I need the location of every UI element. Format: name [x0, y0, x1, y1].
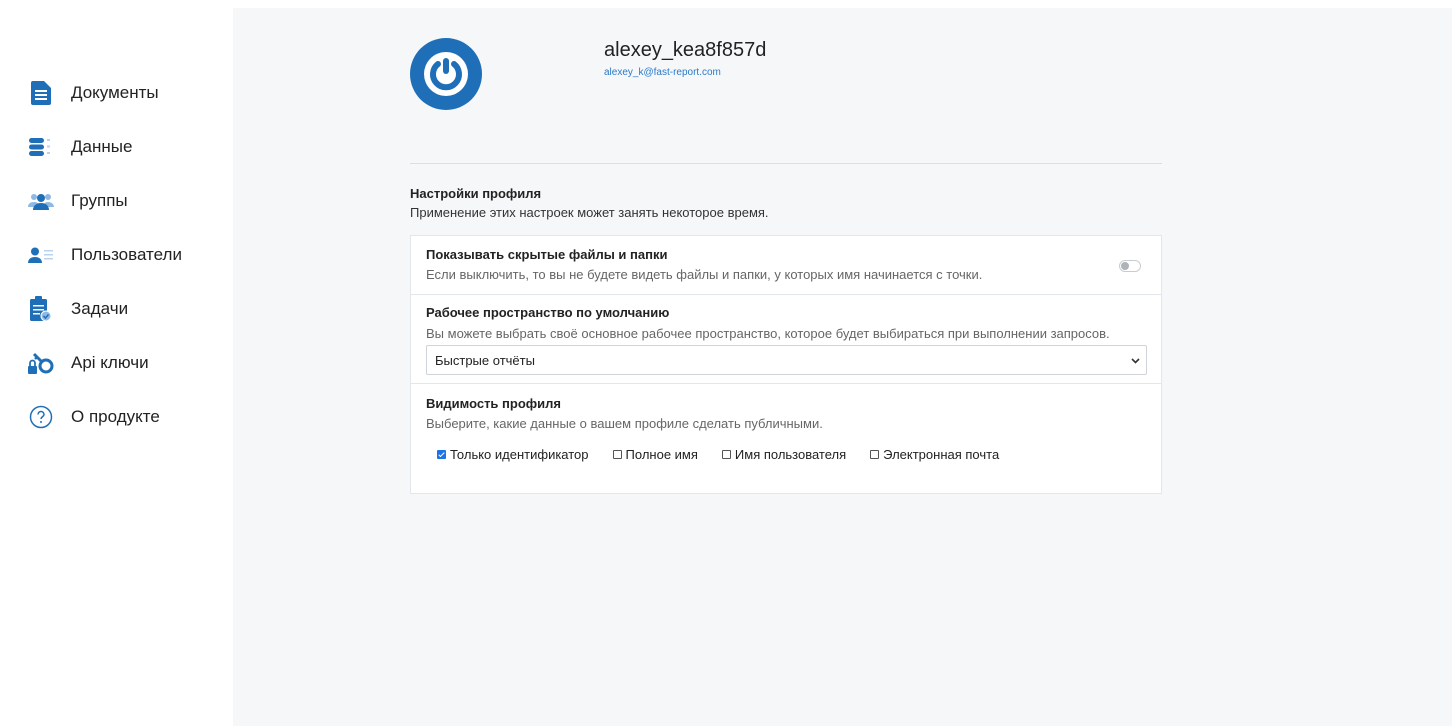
chevron-down-icon: [1131, 358, 1140, 364]
sidebar-item-groups[interactable]: Группы: [28, 174, 182, 228]
hidden-files-title: Показывать скрытые файлы и папки: [426, 247, 668, 262]
sidebar-item-documents[interactable]: Документы: [28, 66, 182, 120]
sidebar-item-label: Данные: [71, 137, 133, 156]
checkbox-label: Только идентификатор: [450, 447, 589, 462]
visibility-option-full-name[interactable]: Полное имя: [612, 447, 698, 462]
help-icon: [28, 404, 54, 430]
hidden-files-description: Если выключить, то вы не будете видеть ф…: [426, 267, 983, 282]
avatar[interactable]: [410, 38, 482, 110]
visibility-title: Видимость профиля: [426, 396, 561, 411]
sidebar-item-label: Задачи: [71, 299, 129, 318]
power-icon: [410, 38, 482, 110]
sidebar-item-label: Документы: [71, 83, 159, 102]
checkbox[interactable]: [612, 450, 622, 459]
database-icon: [28, 134, 54, 160]
checkbox-label: Имя пользователя: [734, 447, 847, 462]
hidden-files-toggle[interactable]: [1119, 260, 1141, 272]
sidebar-item-users[interactable]: Пользователи: [28, 228, 182, 282]
workspace-select-value: Быстрые отчёты: [435, 353, 535, 368]
workspace-select[interactable]: Быстрые отчёты: [426, 345, 1147, 375]
sidebar: Документы Данные Группы Пользователи Зад…: [0, 0, 233, 726]
visibility-description: Выберите, какие данные о вашем профиле с…: [426, 416, 823, 431]
checkbox[interactable]: [721, 450, 731, 459]
checkbox-label: Полное имя: [625, 447, 698, 462]
tasks-icon: [28, 296, 54, 322]
workspace-title: Рабочее пространство по умолчанию: [426, 305, 670, 320]
toggle-knob: [1121, 262, 1129, 270]
divider: [411, 383, 1161, 384]
profile-page: alexey_kea8f857d alexey_k@fast-report.co…: [233, 8, 1452, 726]
divider: [410, 163, 1162, 164]
group-icon: [28, 188, 54, 214]
sidebar-item-label: Api ключи: [71, 353, 149, 372]
sidebar-item-label: Пользователи: [71, 245, 182, 264]
api-key-icon: [28, 350, 54, 376]
visibility-options: Только идентификатор Полное имя Имя поль…: [437, 447, 1023, 462]
workspace-description: Вы можете выбрать своё основное рабочее …: [426, 326, 1110, 341]
checkbox-label: Электронная почта: [883, 447, 1000, 462]
sidebar-item-tasks[interactable]: Задачи: [28, 282, 182, 336]
visibility-option-username[interactable]: Имя пользователя: [721, 447, 847, 462]
document-icon: [28, 80, 54, 106]
sidebar-item-label: О продукте: [71, 407, 160, 426]
sidebar-item-data[interactable]: Данные: [28, 120, 182, 174]
settings-title: Настройки профиля: [410, 186, 542, 201]
visibility-option-email[interactable]: Электронная почта: [870, 447, 999, 462]
profile-email: alexey_k@fast-report.com: [604, 67, 721, 78]
divider: [411, 294, 1161, 295]
sidebar-item-about[interactable]: О продукте: [28, 390, 182, 444]
sidebar-item-api-keys[interactable]: Api ключи: [28, 336, 182, 390]
checkbox[interactable]: [870, 450, 880, 459]
settings-card: Показывать скрытые файлы и папки Если вы…: [410, 235, 1162, 494]
users-icon: [28, 242, 54, 268]
sidebar-item-label: Группы: [71, 191, 128, 210]
profile-username: alexey_kea8f857d: [604, 39, 767, 61]
sidebar-nav: Документы Данные Группы Пользователи Зад…: [28, 66, 182, 444]
checkbox[interactable]: [437, 450, 446, 459]
visibility-option-id-only[interactable]: Только идентификатор: [437, 447, 589, 462]
settings-description: Применение этих настроек может занять не…: [410, 205, 769, 220]
